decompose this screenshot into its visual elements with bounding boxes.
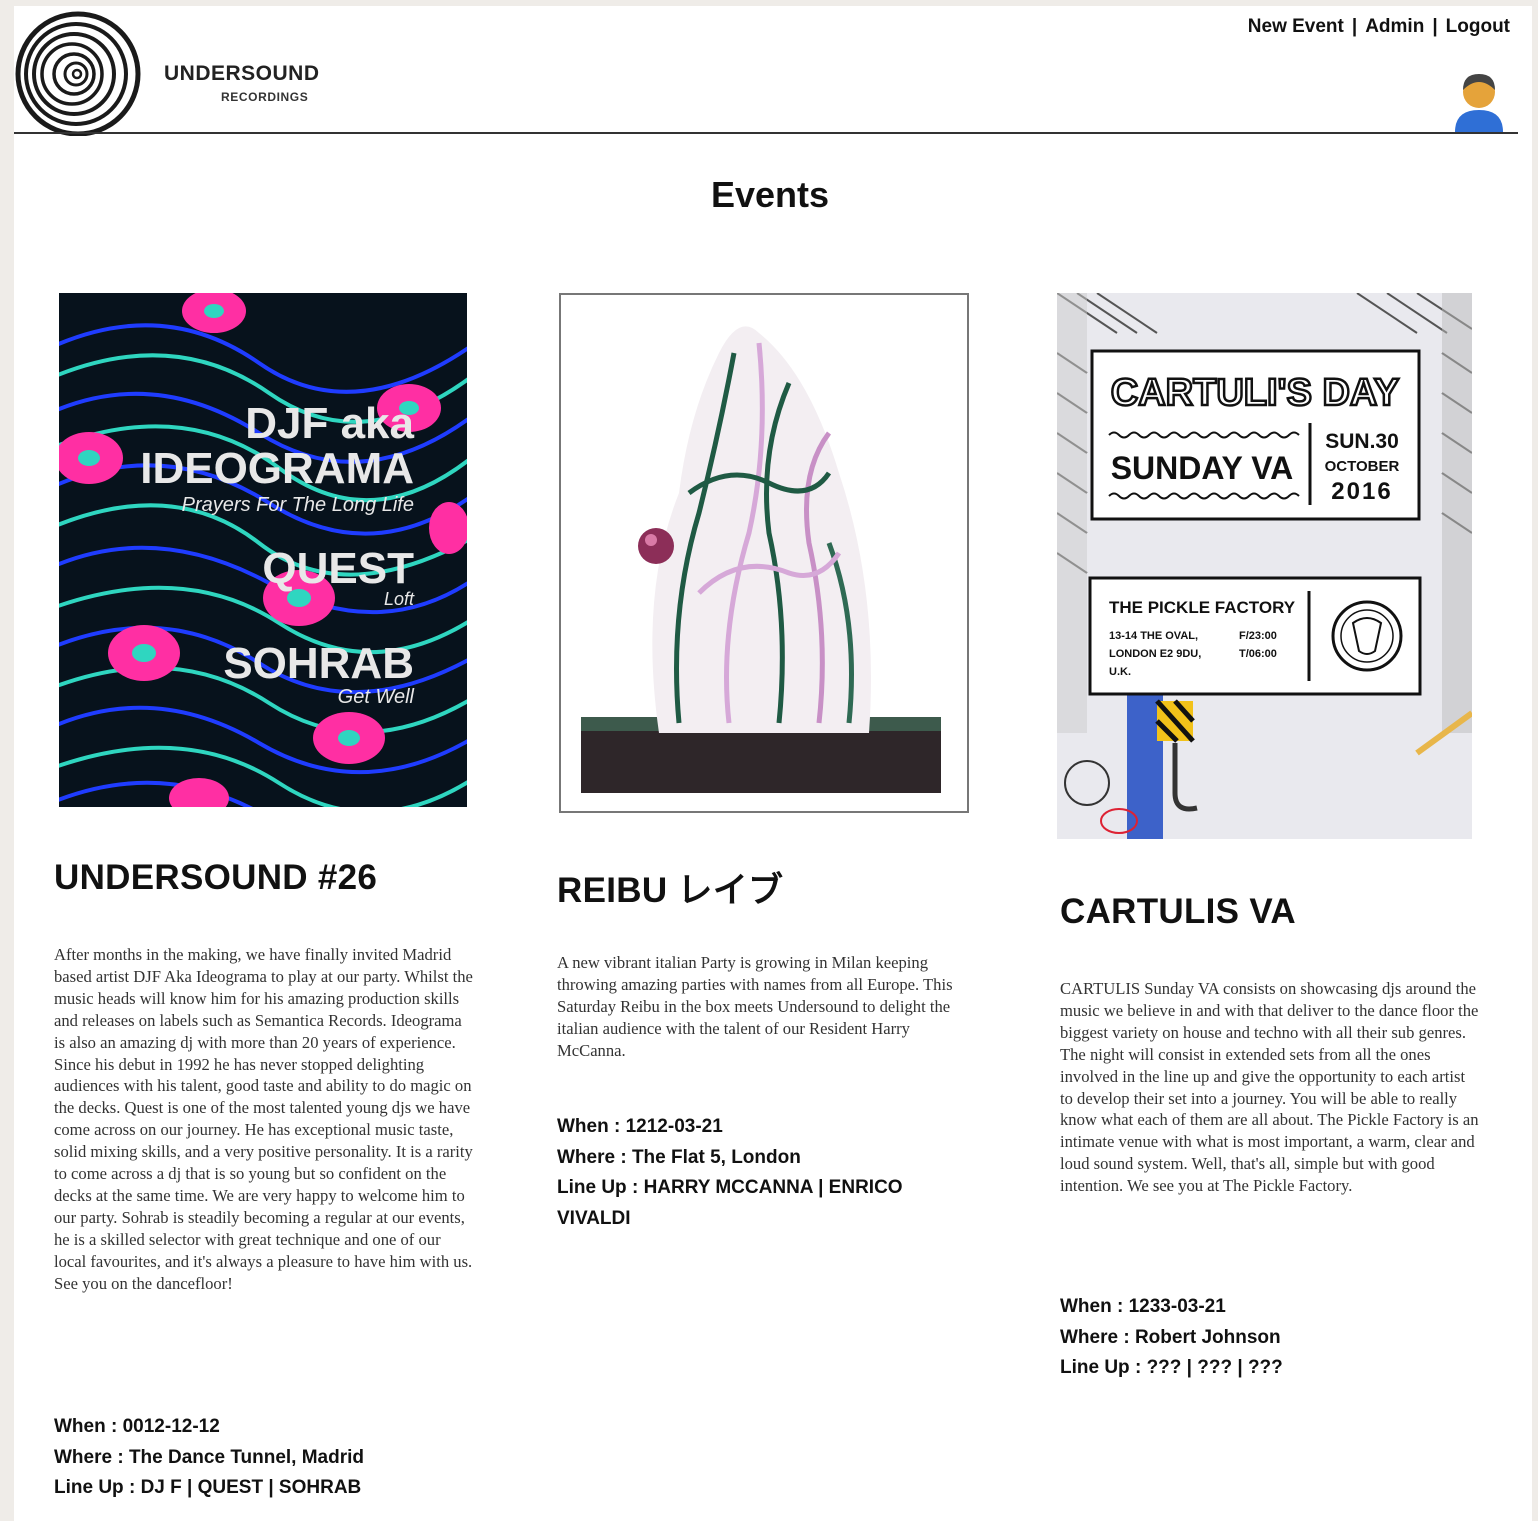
page-title: Events: [710, 174, 830, 215]
poster-text: CARTULI'S DAY: [1111, 372, 1399, 414]
poster-text: LONDON E2 9DU,: [1109, 648, 1201, 660]
poster-text: Prayers For The Long Life: [182, 494, 414, 516]
lineup-label: Line Up :: [557, 1177, 644, 1198]
event-poster-cartulis-va[interactable]: CARTULI'S DAY SUNDAY VA SUN.30 OCTOBER 2…: [1057, 293, 1472, 839]
brand-name: UNDERSOUND: [164, 62, 320, 85]
poster-text: SUNDAY VA: [1111, 450, 1294, 486]
event-when: 0012-12-12: [122, 1416, 220, 1437]
poster-text: U.K.: [1109, 666, 1131, 678]
poster-text: F/23:00: [1239, 630, 1277, 642]
where-label: Where :: [557, 1146, 632, 1168]
event-description: After months in the making, we have fina…: [54, 945, 473, 1293]
lineup-label: Line Up :: [1060, 1357, 1147, 1378]
brand-subtitle: RECORDINGS: [221, 90, 309, 104]
header-divider: [14, 132, 1518, 134]
event-title[interactable]: CARTULIS VA: [1060, 892, 1296, 932]
poster-text: SOHRAB: [223, 639, 414, 688]
nav-separator: |: [1351, 16, 1358, 37]
admin-link[interactable]: Admin: [1365, 16, 1424, 37]
undersound-logo-icon[interactable]: [14, 10, 146, 136]
where-label: Where :: [54, 1446, 129, 1468]
event-meta: When : 0012-12-12 Where : The Dance Tunn…: [54, 1412, 474, 1504]
event-when: 1212-03-21: [625, 1116, 723, 1137]
event-when: 1233-03-21: [1128, 1296, 1226, 1317]
poster-text: SUN.30: [1325, 430, 1399, 453]
poster-text: IDEOGRAMA: [140, 444, 414, 493]
poster-text: QUEST: [262, 544, 414, 593]
poster-text: DJF aka: [245, 399, 414, 448]
event-title[interactable]: REIBU レイブ: [557, 862, 783, 913]
poster-text: OCTOBER: [1325, 458, 1400, 475]
event-where: The Flat 5, London: [631, 1146, 801, 1168]
event-description: CARTULIS Sunday VA consists on showcasin…: [1060, 979, 1479, 1196]
poster-text: T/06:00: [1239, 648, 1277, 660]
top-navigation: New Event | Admin | Logout: [1248, 16, 1510, 38]
event-where: The Dance Tunnel, Madrid: [128, 1446, 365, 1468]
when-label: When :: [54, 1416, 123, 1437]
page: UNDERSOUND RECORDINGS New Event | Admin | Lo…: [14, 6, 1532, 1521]
poster-text: 13-14 THE OVAL,: [1109, 630, 1198, 642]
event-meta: When : 1233-03-21 Where : Robert Johnson…: [1060, 1292, 1480, 1384]
event-description: A new vibrant italian Party is growing i…: [557, 953, 953, 1060]
poster-text: THE PICKLE FACTORY: [1109, 598, 1296, 617]
event-poster-reibu[interactable]: [559, 293, 969, 813]
event-where: Robert Johnson: [1134, 1326, 1281, 1348]
poster-text: Loft: [384, 589, 415, 609]
event-lineup: DJ F | QUEST | SOHRAB: [140, 1477, 362, 1498]
new-event-link[interactable]: New Event: [1248, 16, 1344, 37]
event-title[interactable]: UNDERSOUND #26: [54, 858, 377, 898]
nav-separator: |: [1432, 16, 1438, 37]
event-lineup: ??? | ??? | ???: [1146, 1357, 1283, 1378]
event-meta: When : 1212-03-21 Where : The Flat 5, Lo…: [557, 1112, 977, 1234]
user-avatar-icon[interactable]: [1451, 70, 1507, 134]
poster-text: 2016: [1331, 478, 1392, 505]
lineup-label: Line Up :: [54, 1477, 141, 1498]
logout-link[interactable]: Logout: [1446, 16, 1510, 37]
where-label: Where :: [1060, 1326, 1135, 1348]
event-poster-undersound-26[interactable]: DJF aka IDEOGRAMA Prayers For The Long L…: [59, 293, 467, 807]
when-label: When :: [1060, 1296, 1129, 1317]
poster-text: Get Well: [338, 686, 415, 708]
when-label: When :: [557, 1116, 626, 1137]
